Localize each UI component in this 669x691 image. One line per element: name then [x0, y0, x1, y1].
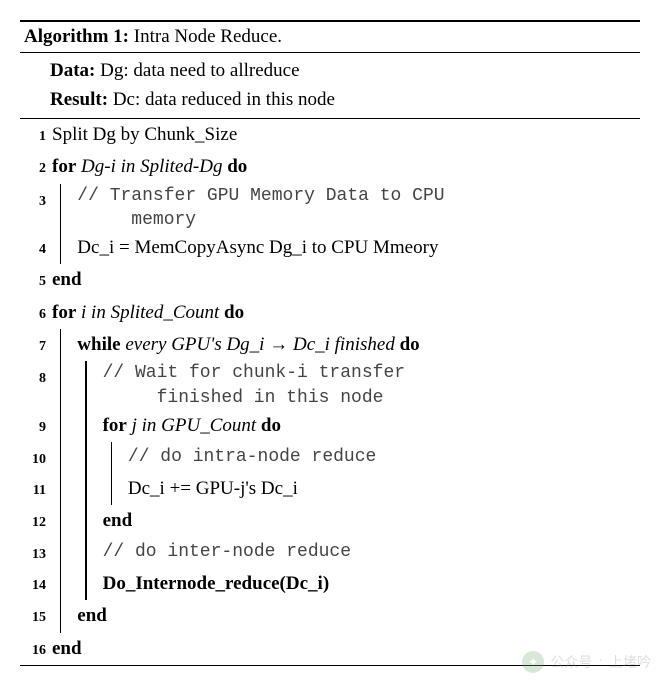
line-number: 1	[20, 119, 46, 149]
keyword-do: do	[227, 156, 247, 177]
text: Split Dg by Chunk_Size	[52, 124, 237, 145]
line-number: 5	[20, 264, 46, 294]
line-content: // Wait for chunk-i transfer finished in…	[46, 361, 640, 410]
code-line: 10 // do intra-node reduce	[20, 442, 640, 473]
line-number: 6	[20, 297, 46, 327]
keyword-end: end	[77, 605, 107, 626]
loop-condition: Dg-i in Splited-Dg	[81, 156, 222, 177]
line-content: // do inter-node reduce	[46, 537, 640, 568]
comment: // do inter-node reduce	[103, 537, 640, 568]
comment-line: // Wait for chunk-i transfer	[103, 361, 640, 385]
statement: while every GPU's Dg_i → Dc_i finished d…	[77, 329, 640, 361]
data-line: Data: Dg: data need to allreduce	[50, 57, 636, 86]
code-line: 8 // Wait for chunk-i transfer finished …	[20, 361, 640, 410]
keyword-for: for	[52, 156, 76, 177]
keyword-end: end	[52, 269, 82, 290]
code-line: 5 end	[20, 264, 640, 296]
line-content: end	[46, 505, 640, 537]
algorithm-box: Algorithm 1: Intra Node Reduce. Data: Dg…	[20, 20, 640, 666]
watermark-sep: ·	[598, 654, 603, 670]
data-text: Dg: data need to allreduce	[100, 60, 299, 81]
result-label: Result:	[50, 89, 108, 110]
loop-condition: j in GPU_Count	[132, 415, 257, 436]
line-number: 15	[20, 600, 46, 630]
algorithm-number: Algorithm 1:	[24, 26, 129, 47]
line-content: // do intra-node reduce	[46, 442, 640, 473]
statement: for j in GPU_Count do	[103, 410, 640, 442]
keyword-for: for	[52, 302, 76, 323]
line-number: 12	[20, 505, 46, 535]
statement: Dc_i += GPU-j's Dc_i	[128, 473, 640, 505]
line-number: 16	[20, 633, 46, 663]
code-line: 3 // Transfer GPU Memory Data to CPU mem…	[20, 184, 640, 233]
line-number: 8	[20, 361, 46, 391]
comment-line: finished in this node	[103, 386, 640, 410]
keyword-do: do	[224, 302, 244, 323]
result-text: Dc: data reduced in this node	[113, 89, 335, 110]
comment: // do intra-node reduce	[128, 442, 640, 473]
code-line: 7 while every GPU's Dg_i → Dc_i finished…	[20, 329, 640, 361]
line-content: for Dg-i in Splited-Dg do	[46, 151, 640, 183]
line-content: end	[46, 264, 640, 296]
comment: // Wait for chunk-i transfer finished in…	[103, 361, 640, 410]
line-content: Do_Internode_reduce(Dc_i)	[46, 568, 640, 600]
code-line: 13 // do inter-node reduce	[20, 537, 640, 568]
code-line: 12 end	[20, 505, 640, 537]
cond-part: every GPU's Dg_i	[125, 334, 264, 355]
keyword-do: do	[261, 415, 281, 436]
keyword-end: end	[52, 638, 82, 659]
algorithm-io-block: Data: Dg: data need to allreduce Result:…	[20, 53, 640, 118]
code-line: 11 Dc_i += GPU-j's Dc_i	[20, 473, 640, 505]
line-content: end	[46, 600, 640, 632]
code-line: 9 for j in GPU_Count do	[20, 410, 640, 442]
code-line: 6 for i in Splited_Count do	[20, 297, 640, 329]
line-number: 7	[20, 329, 46, 359]
line-number: 11	[20, 473, 46, 503]
line-number: 9	[20, 410, 46, 440]
arrow-icon: →	[269, 334, 288, 355]
algorithm-title-line: Algorithm 1: Intra Node Reduce.	[20, 22, 640, 52]
line-content: Dc_i += GPU-j's Dc_i	[46, 473, 640, 505]
comment: // Transfer GPU Memory Data to CPU memor…	[77, 184, 640, 233]
watermark: ✦ 公众号 · 上堵吟	[522, 651, 651, 673]
line-number: 4	[20, 232, 46, 262]
line-content: for j in GPU_Count do	[46, 410, 640, 442]
line-number: 2	[20, 151, 46, 181]
algorithm-name: Intra Node Reduce.	[134, 26, 282, 47]
code-line: 4 Dc_i = MemCopyAsync Dg_i to CPU Mmeory	[20, 232, 640, 264]
algorithm-body: 1 Split Dg by Chunk_Size 2 for Dg-i in S…	[20, 119, 640, 665]
code-line: 15 end	[20, 600, 640, 632]
statement: Dc_i = MemCopyAsync Dg_i to CPU Mmeory	[77, 232, 640, 264]
line-content: while every GPU's Dg_i → Dc_i finished d…	[46, 329, 640, 361]
watermark-label: 公众号	[550, 652, 592, 672]
loop-condition: i in Splited_Count	[81, 302, 219, 323]
watermark-name: 上堵吟	[609, 652, 651, 672]
line-content: Dc_i = MemCopyAsync Dg_i to CPU Mmeory	[46, 232, 640, 264]
keyword-do: do	[400, 334, 420, 355]
line-number: 10	[20, 442, 46, 472]
code-line: 14 Do_Internode_reduce(Dc_i)	[20, 568, 640, 600]
line-content: for i in Splited_Count do	[46, 297, 640, 329]
line-number: 13	[20, 537, 46, 567]
code-line: 2 for Dg-i in Splited-Dg do	[20, 151, 640, 183]
comment-line: // Transfer GPU Memory Data to CPU	[77, 184, 640, 208]
result-line: Result: Dc: data reduced in this node	[50, 86, 636, 115]
wechat-icon: ✦	[522, 651, 544, 673]
data-label: Data:	[50, 60, 95, 81]
line-content: Split Dg by Chunk_Size	[46, 119, 640, 151]
line-content: // Transfer GPU Memory Data to CPU memor…	[46, 184, 640, 233]
cond-part: Dc_i finished	[293, 334, 395, 355]
keyword-for: for	[103, 415, 127, 436]
line-number: 14	[20, 568, 46, 598]
keyword-end: end	[103, 510, 133, 531]
keyword-while: while	[77, 334, 120, 355]
function-call: Do_Internode_reduce(Dc_i)	[103, 573, 330, 594]
comment-line: memory	[77, 208, 640, 232]
code-line: 1 Split Dg by Chunk_Size	[20, 119, 640, 151]
line-number: 3	[20, 184, 46, 214]
